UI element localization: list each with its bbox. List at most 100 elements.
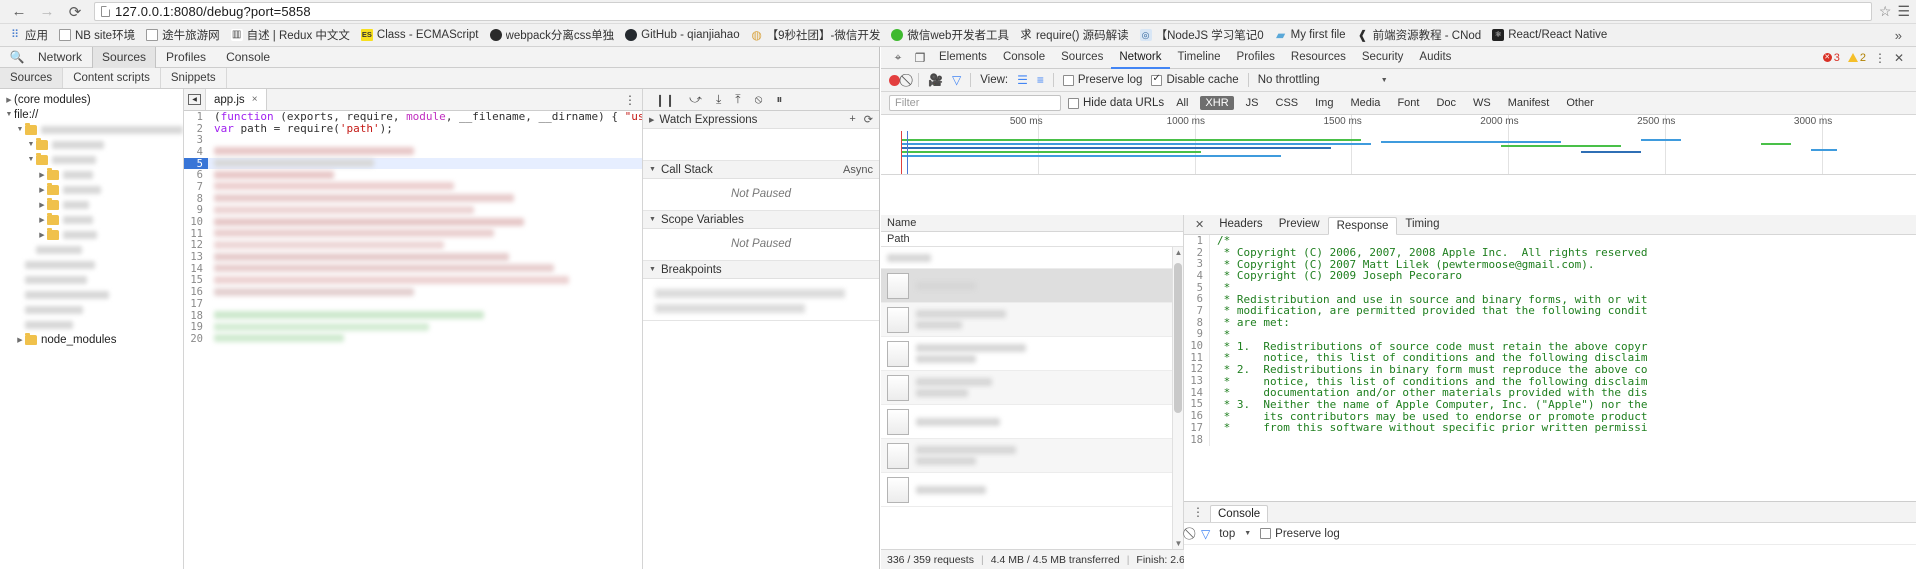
chevron-down-icon[interactable]: ▼ — [15, 126, 25, 133]
chevron-right-icon[interactable]: ▶ — [4, 96, 14, 104]
scrollbar-thumb[interactable] — [1174, 263, 1182, 413]
chevron-right-icon[interactable]: ▶ — [37, 171, 47, 179]
deactivate-breakpoints-icon[interactable]: ⦸ — [755, 92, 763, 107]
tree-item[interactable] — [0, 302, 183, 317]
tree-item[interactable]: ▶ — [0, 197, 183, 212]
chevron-down-icon[interactable]: ▼ — [649, 266, 656, 273]
chevron-right-icon[interactable]: ▶ — [15, 336, 25, 344]
tree-item[interactable]: ▼ — [0, 122, 183, 137]
tree-item[interactable] — [0, 242, 183, 257]
detail-tab-headers[interactable]: Headers — [1211, 216, 1270, 234]
filter-type-other[interactable]: Other — [1561, 96, 1599, 110]
bookmark-item[interactable]: webpack分离css单独 — [485, 26, 621, 44]
response-body-viewer[interactable]: 1/* 2 * Copyright (C) 2006, 2007, 2008 Ap… — [1184, 235, 1916, 501]
more-options-icon[interactable]: ⋮ — [624, 93, 636, 107]
chevron-down-icon[interactable]: ▼ — [1381, 77, 1388, 84]
toggle-device-toolbar-icon[interactable]: ❐ — [909, 51, 931, 65]
hide-data-urls-checkbox[interactable]: Hide data URLs — [1068, 97, 1164, 109]
line-number[interactable]: 12 — [184, 239, 208, 252]
tab-sources[interactable]: Sources — [1053, 47, 1111, 69]
tab-resources[interactable]: Resources — [1283, 47, 1354, 69]
close-devtools-icon[interactable]: ✕ — [1894, 51, 1904, 65]
search-icon[interactable]: 🔍 — [6, 50, 28, 64]
code-editor[interactable]: 1 (function (exports, require, module, __… — [184, 111, 642, 569]
drawer-menu-icon[interactable]: ⋮ — [1192, 505, 1204, 519]
request-list-scrollbar[interactable]: ▲ ▼ — [1172, 247, 1183, 549]
network-overview-timeline[interactable]: 500 ms 1000 ms 1500 ms 2000 ms 2500 ms 3000 m… — [881, 115, 1916, 175]
column-header-path[interactable]: Path — [881, 232, 1183, 247]
console-preserve-log-checkbox[interactable]: Preserve log — [1260, 528, 1340, 540]
tab-timeline[interactable]: Timeline — [1170, 47, 1229, 69]
filter-type-font[interactable]: Font — [1392, 96, 1424, 110]
forward-icon[interactable]: → — [34, 1, 60, 23]
line-number[interactable]: 18 — [184, 309, 208, 322]
line-number[interactable]: 7 — [184, 180, 208, 193]
request-row[interactable] — [881, 247, 1183, 269]
section-header-scope-variables[interactable]: ▼ Scope Variables — [643, 211, 879, 229]
bookmark-star-icon[interactable]: ☆ — [1879, 3, 1892, 20]
bookmark-item[interactable]: ❰ 前端资源教程 - CNod — [1352, 26, 1488, 44]
request-row[interactable] — [881, 269, 1183, 303]
preserve-log-checkbox[interactable]: Preserve log — [1062, 74, 1142, 86]
funnel-icon[interactable]: ▽ — [1201, 527, 1210, 541]
address-bar[interactable]: 127.0.0.1:8080/debug?port=5858 — [94, 2, 1872, 21]
subtab-sources[interactable]: Sources — [0, 68, 64, 88]
tab-console[interactable]: Console — [1210, 504, 1269, 522]
tree-item[interactable]: ▼ — [0, 152, 183, 167]
close-icon[interactable]: ✕ — [1188, 218, 1211, 231]
filter-type-doc[interactable]: Doc — [1431, 96, 1461, 110]
camera-icon[interactable]: 🎥 — [928, 73, 943, 87]
line-number[interactable]: 16 — [184, 286, 208, 299]
bookmark-item[interactable]: ▥ 自述 | Redux 中文文 — [226, 26, 356, 44]
tab-sources[interactable]: Sources — [92, 46, 157, 68]
devtools-menu-icon[interactable]: ⋮ — [1874, 51, 1886, 65]
scroll-down-icon[interactable]: ▼ — [1174, 539, 1183, 548]
bookmark-item[interactable]: ⠿ 应用 — [4, 26, 54, 44]
tab-security[interactable]: Security — [1354, 47, 1412, 69]
chevron-right-icon[interactable]: ▶ — [37, 231, 47, 239]
inspect-element-icon[interactable]: ⌖ — [887, 50, 909, 65]
chevron-down-icon[interactable]: ▼ — [1244, 530, 1251, 537]
tab-profiles[interactable]: Profiles — [156, 47, 216, 68]
line-number[interactable]: 13 — [184, 251, 208, 264]
refresh-icon[interactable]: ⟳ — [864, 113, 873, 126]
line-number[interactable]: 6 — [184, 169, 208, 182]
section-header-watch-expressions[interactable]: ▶ Watch Expressions + ⟳ — [643, 111, 879, 129]
filter-type-media[interactable]: Media — [1345, 96, 1385, 110]
detail-tab-preview[interactable]: Preview — [1271, 216, 1328, 234]
back-icon[interactable]: ← — [6, 1, 32, 23]
tree-item[interactable] — [0, 272, 183, 287]
line-number[interactable]: 8 — [184, 192, 208, 205]
bookmark-item[interactable]: 途牛旅游网 — [141, 26, 226, 44]
line-number[interactable]: 14 — [184, 262, 208, 275]
detail-tab-timing[interactable]: Timing — [1397, 216, 1447, 234]
editor-tab-appjs[interactable]: app.js × — [206, 89, 267, 110]
reload-icon[interactable]: ⟳ — [62, 1, 88, 23]
tab-network[interactable]: Network — [1111, 47, 1170, 69]
detail-tab-response[interactable]: Response — [1327, 216, 1398, 235]
funnel-icon[interactable]: ▽ — [952, 73, 961, 87]
filter-type-ws[interactable]: WS — [1468, 96, 1496, 110]
tree-item[interactable]: ▶ node_modules — [0, 332, 183, 347]
step-out-icon[interactable]: ⤒ — [735, 92, 740, 107]
show-navigator-button[interactable]: ◀ — [184, 89, 206, 110]
browser-menu-icon[interactable]: ☰ — [1897, 3, 1910, 20]
bookmark-item[interactable]: ◎ 【NodeJS 学习笔记0 — [1135, 26, 1270, 44]
line-number[interactable]: 17 — [184, 297, 208, 310]
tree-item[interactable]: ▼ — [0, 137, 183, 152]
bookmarks-overflow-icon[interactable]: » — [1895, 28, 1912, 43]
line-number[interactable]: 20 — [184, 332, 208, 345]
subtab-content-scripts[interactable]: Content scripts — [63, 68, 161, 88]
column-header-name[interactable]: Name — [881, 215, 1183, 232]
chevron-right-icon[interactable]: ▶ — [37, 201, 47, 209]
subtab-snippets[interactable]: Snippets — [161, 68, 227, 88]
record-icon[interactable] — [889, 74, 900, 86]
step-into-icon[interactable]: ⤓ — [716, 92, 721, 107]
console-context-label[interactable]: top — [1219, 528, 1235, 540]
chevron-right-icon[interactable]: ▶ — [649, 116, 654, 124]
throttling-dropdown[interactable]: No throttling — [1258, 74, 1320, 86]
disable-cache-checkbox[interactable]: Disable cache — [1151, 73, 1239, 86]
tab-network[interactable]: Network — [28, 47, 92, 68]
request-row[interactable] — [881, 473, 1183, 507]
warning-count-badge[interactable]: 2 — [1847, 52, 1866, 64]
